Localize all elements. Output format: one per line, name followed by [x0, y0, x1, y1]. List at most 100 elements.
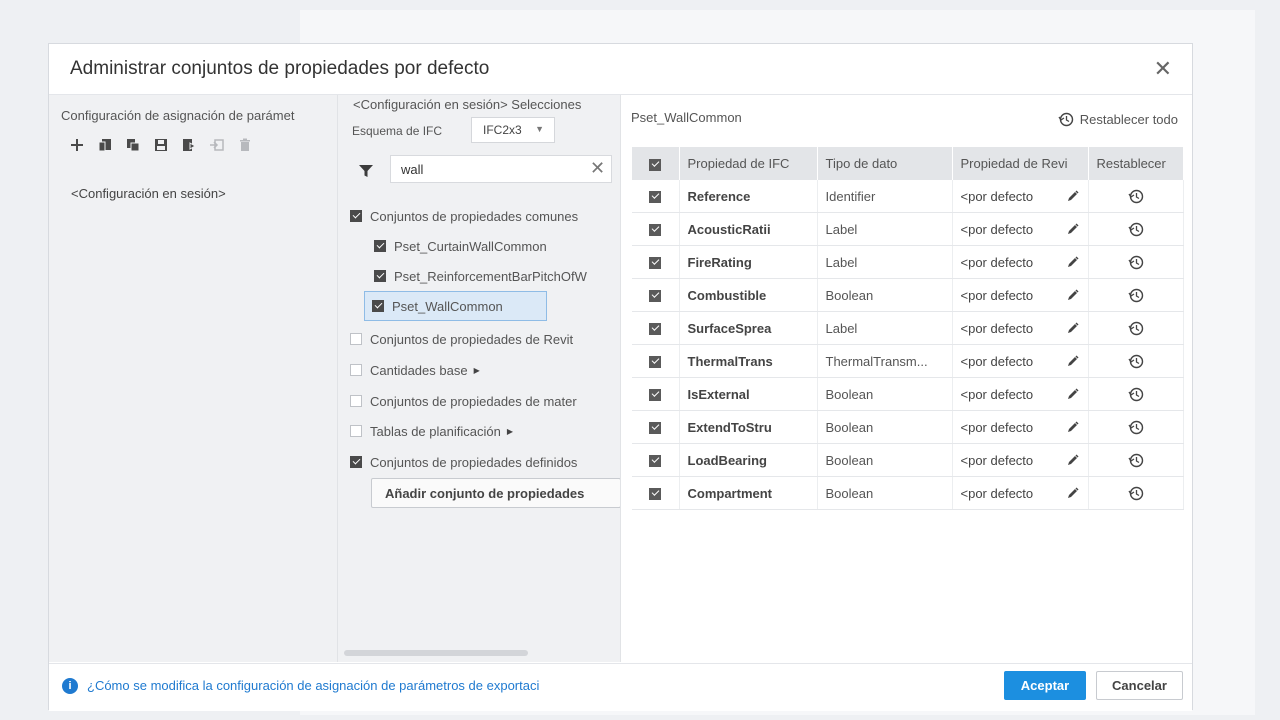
table-row[interactable]: IsExternal Boolean <por defecto	[632, 377, 1184, 411]
row-checkbox[interactable]	[649, 224, 662, 237]
cancel-button[interactable]: Cancelar	[1096, 671, 1183, 700]
tree-item-schedules[interactable]: Tablas de planificación ▶	[350, 419, 513, 443]
history-icon[interactable]	[1127, 188, 1144, 204]
reset-cell[interactable]	[1088, 278, 1184, 312]
table-row[interactable]: AcousticRatii Label <por defecto	[632, 212, 1184, 246]
tree-item-reinforcement[interactable]: Pset_ReinforcementBarPitchOfW	[374, 264, 587, 288]
row-checkbox-cell[interactable]	[632, 443, 680, 477]
pencil-icon[interactable]	[1066, 255, 1080, 269]
row-checkbox-cell[interactable]	[632, 180, 680, 213]
table-row[interactable]: Combustible Boolean <por defecto	[632, 278, 1184, 312]
reset-cell[interactable]	[1088, 344, 1184, 378]
pencil-icon[interactable]	[1066, 354, 1080, 368]
table-row[interactable]: Reference Identifier <por defecto	[632, 180, 1184, 213]
row-checkbox-cell[interactable]	[632, 311, 680, 345]
checkbox-material-psets[interactable]	[350, 395, 362, 407]
revit-property-cell[interactable]: <por defecto	[952, 377, 1089, 411]
row-checkbox-cell[interactable]	[632, 476, 680, 510]
row-checkbox[interactable]	[649, 488, 662, 501]
expand-arrow-icon[interactable]: ▶	[474, 366, 480, 375]
history-icon[interactable]	[1127, 419, 1144, 435]
row-checkbox-cell[interactable]	[632, 245, 680, 279]
tree-item-revit-psets[interactable]: Conjuntos de propiedades de Revit	[350, 327, 573, 351]
horizontal-scrollbar[interactable]	[344, 650, 528, 656]
column-header-ifc-property[interactable]: Propiedad de IFC	[679, 147, 818, 180]
history-icon[interactable]	[1127, 386, 1144, 402]
new-from-icon[interactable]	[91, 133, 119, 157]
checkbox-reinforcement[interactable]	[374, 270, 386, 282]
table-row[interactable]: Compartment Boolean <por defecto	[632, 476, 1184, 510]
row-checkbox[interactable]	[649, 290, 662, 303]
column-header-reset[interactable]: Restablecer	[1088, 147, 1184, 180]
row-checkbox[interactable]	[649, 389, 662, 402]
checkbox-wallcommon[interactable]	[372, 300, 384, 312]
history-icon[interactable]	[1127, 485, 1144, 501]
checkbox-user-psets[interactable]	[350, 456, 362, 468]
row-checkbox-cell[interactable]	[632, 344, 680, 378]
pencil-icon[interactable]	[1066, 387, 1080, 401]
revit-property-cell[interactable]: <por defecto	[952, 278, 1089, 312]
help-link[interactable]: ¿Cómo se modifica la configuración de as…	[87, 678, 622, 693]
row-checkbox[interactable]	[649, 422, 662, 435]
add-icon[interactable]	[63, 133, 91, 157]
add-property-set-button[interactable]: Añadir conjunto de propiedades	[371, 478, 620, 508]
reset-cell[interactable]	[1088, 443, 1184, 477]
reset-all-button[interactable]: Restablecer todo	[1058, 111, 1178, 127]
checkbox-curtainwall[interactable]	[374, 240, 386, 252]
history-icon[interactable]	[1127, 221, 1144, 237]
row-checkbox-cell[interactable]	[632, 212, 680, 246]
pencil-icon[interactable]	[1066, 453, 1080, 467]
table-row[interactable]: ThermalTrans ThermalTransm... <por defecto	[632, 344, 1184, 378]
row-checkbox[interactable]	[649, 356, 662, 369]
pencil-icon[interactable]	[1066, 420, 1080, 434]
reset-cell[interactable]	[1088, 377, 1184, 411]
revit-property-cell[interactable]: <por defecto	[952, 410, 1089, 444]
tree-item-user-psets[interactable]: Conjuntos de propiedades definidos	[350, 450, 577, 474]
pencil-icon[interactable]	[1066, 288, 1080, 302]
row-checkbox[interactable]	[649, 257, 662, 270]
reset-cell[interactable]	[1088, 311, 1184, 345]
pencil-icon[interactable]	[1066, 321, 1080, 335]
row-checkbox-cell[interactable]	[632, 377, 680, 411]
pencil-icon[interactable]	[1066, 222, 1080, 236]
history-icon[interactable]	[1127, 254, 1144, 270]
row-checkbox[interactable]	[649, 323, 662, 336]
config-item-session[interactable]: <Configuración en sesión>	[71, 186, 226, 201]
ok-button[interactable]: Aceptar	[1004, 671, 1086, 700]
pencil-icon[interactable]	[1066, 189, 1080, 203]
revit-property-cell[interactable]: <por defecto	[952, 344, 1089, 378]
select-all-checkbox-cell[interactable]	[632, 147, 680, 180]
table-row[interactable]: LoadBearing Boolean <por defecto	[632, 443, 1184, 477]
row-checkbox-cell[interactable]	[632, 410, 680, 444]
table-row[interactable]: FireRating Label <por defecto	[632, 245, 1184, 279]
row-checkbox-cell[interactable]	[632, 278, 680, 312]
column-header-revit-property[interactable]: Propiedad de Revi	[952, 147, 1089, 180]
revit-property-cell[interactable]: <por defecto	[952, 180, 1089, 213]
delete-icon[interactable]	[231, 133, 259, 157]
table-row[interactable]: SurfaceSprea Label <por defecto	[632, 311, 1184, 345]
close-icon[interactable]: ✕	[1154, 56, 1172, 82]
tree-item-material-psets[interactable]: Conjuntos de propiedades de mater	[350, 389, 577, 413]
reset-cell[interactable]	[1088, 410, 1184, 444]
reset-cell[interactable]	[1088, 180, 1184, 213]
reset-cell[interactable]	[1088, 212, 1184, 246]
ifc-schema-select[interactable]: IFC2x3 ▼	[471, 117, 555, 143]
reset-cell[interactable]	[1088, 245, 1184, 279]
history-icon[interactable]	[1127, 287, 1144, 303]
select-all-checkbox[interactable]	[649, 158, 662, 171]
row-checkbox[interactable]	[649, 191, 662, 204]
export-icon[interactable]	[203, 133, 231, 157]
tree-item-base-quantities[interactable]: Cantidades base ▶	[350, 358, 480, 382]
history-icon[interactable]	[1127, 353, 1144, 369]
history-icon[interactable]	[1127, 452, 1144, 468]
revit-property-cell[interactable]: <por defecto	[952, 245, 1089, 279]
tree-item-wallcommon[interactable]: Pset_WallCommon	[364, 291, 547, 321]
reset-cell[interactable]	[1088, 476, 1184, 510]
import-icon[interactable]	[175, 133, 203, 157]
revit-property-cell[interactable]: <por defecto	[952, 311, 1089, 345]
row-checkbox[interactable]	[649, 455, 662, 468]
column-header-data-type[interactable]: Tipo de dato	[817, 147, 953, 180]
revit-property-cell[interactable]: <por defecto	[952, 443, 1089, 477]
revit-property-cell[interactable]: <por defecto	[952, 212, 1089, 246]
duplicate-icon[interactable]	[119, 133, 147, 157]
